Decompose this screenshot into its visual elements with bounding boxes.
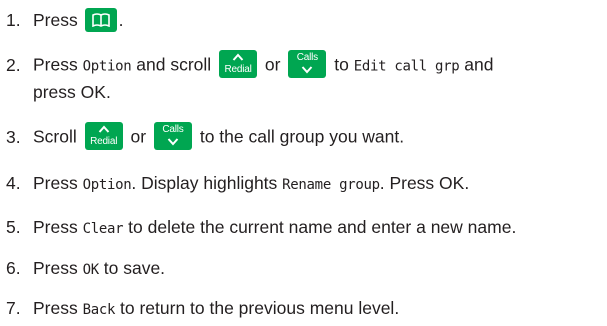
step-text: Press bbox=[33, 173, 78, 193]
step-text: or bbox=[264, 54, 281, 75]
step-text: Press bbox=[33, 258, 78, 278]
lcd-edit-call-grp: Edit call grp bbox=[353, 58, 460, 75]
step-text: Scroll bbox=[33, 126, 77, 147]
step-text: . bbox=[118, 10, 124, 30]
step-6: 6. Press OK to save. bbox=[6, 256, 165, 282]
lcd-option: Option bbox=[82, 58, 132, 75]
step-2: 2. Press Option and scroll Redial or Call… bbox=[6, 50, 494, 104]
step-number: 1. bbox=[6, 10, 21, 30]
step-7: 7. Press Back to return to the previous m… bbox=[6, 296, 399, 322]
calls-key-label: Calls bbox=[296, 52, 318, 63]
redial-key-label: Redial bbox=[224, 64, 252, 75]
step-text: . Press OK. bbox=[379, 173, 470, 193]
step-3: 3. Scroll Redial or Calls to the call gro… bbox=[6, 122, 405, 152]
lcd-ok: OK bbox=[82, 262, 100, 278]
step-number: 4. bbox=[6, 173, 21, 193]
step-5: 5. Press Clear to delete the current name… bbox=[6, 215, 516, 241]
step-number: 3. bbox=[6, 126, 21, 147]
step-text: Press bbox=[33, 10, 78, 30]
step-text: to save. bbox=[103, 258, 166, 278]
calls-down-key-icon: Calls bbox=[288, 50, 327, 78]
step-number: 5. bbox=[6, 217, 21, 237]
redial-up-key-icon: Redial bbox=[219, 50, 258, 78]
step-text: to the call group you want. bbox=[199, 126, 405, 147]
step-text: to delete the current name and enter a n… bbox=[128, 217, 517, 237]
step-text: Press bbox=[33, 298, 78, 318]
step-text: to bbox=[334, 54, 349, 75]
step-text: and bbox=[464, 54, 494, 75]
step-text: . Display highlights bbox=[131, 173, 278, 193]
step-1: 1. Press . bbox=[6, 8, 123, 33]
step-number: 2. bbox=[6, 54, 21, 75]
step-text: to return to the previous menu level. bbox=[120, 298, 400, 318]
step-number: 6. bbox=[6, 258, 21, 278]
redial-up-key-icon: Redial bbox=[84, 122, 123, 150]
step-number: 7. bbox=[6, 298, 21, 318]
lcd-option: Option bbox=[82, 177, 132, 193]
lcd-clear: Clear bbox=[82, 221, 124, 237]
step-4: 4. Press Option. Display highlights Renam… bbox=[6, 171, 469, 197]
step-text: Press bbox=[33, 54, 78, 75]
step-text: and scroll bbox=[136, 54, 212, 75]
lcd-back: Back bbox=[82, 302, 116, 318]
step-text: or bbox=[130, 126, 147, 147]
redial-key-label: Redial bbox=[90, 136, 118, 147]
calls-down-key-icon: Calls bbox=[153, 122, 192, 150]
step-text-continued: press OK. bbox=[33, 82, 111, 102]
phonebook-key-icon bbox=[84, 8, 117, 33]
calls-key-label: Calls bbox=[162, 124, 184, 135]
lcd-rename-group: Rename group bbox=[282, 177, 380, 193]
step-text: Press bbox=[33, 217, 78, 237]
